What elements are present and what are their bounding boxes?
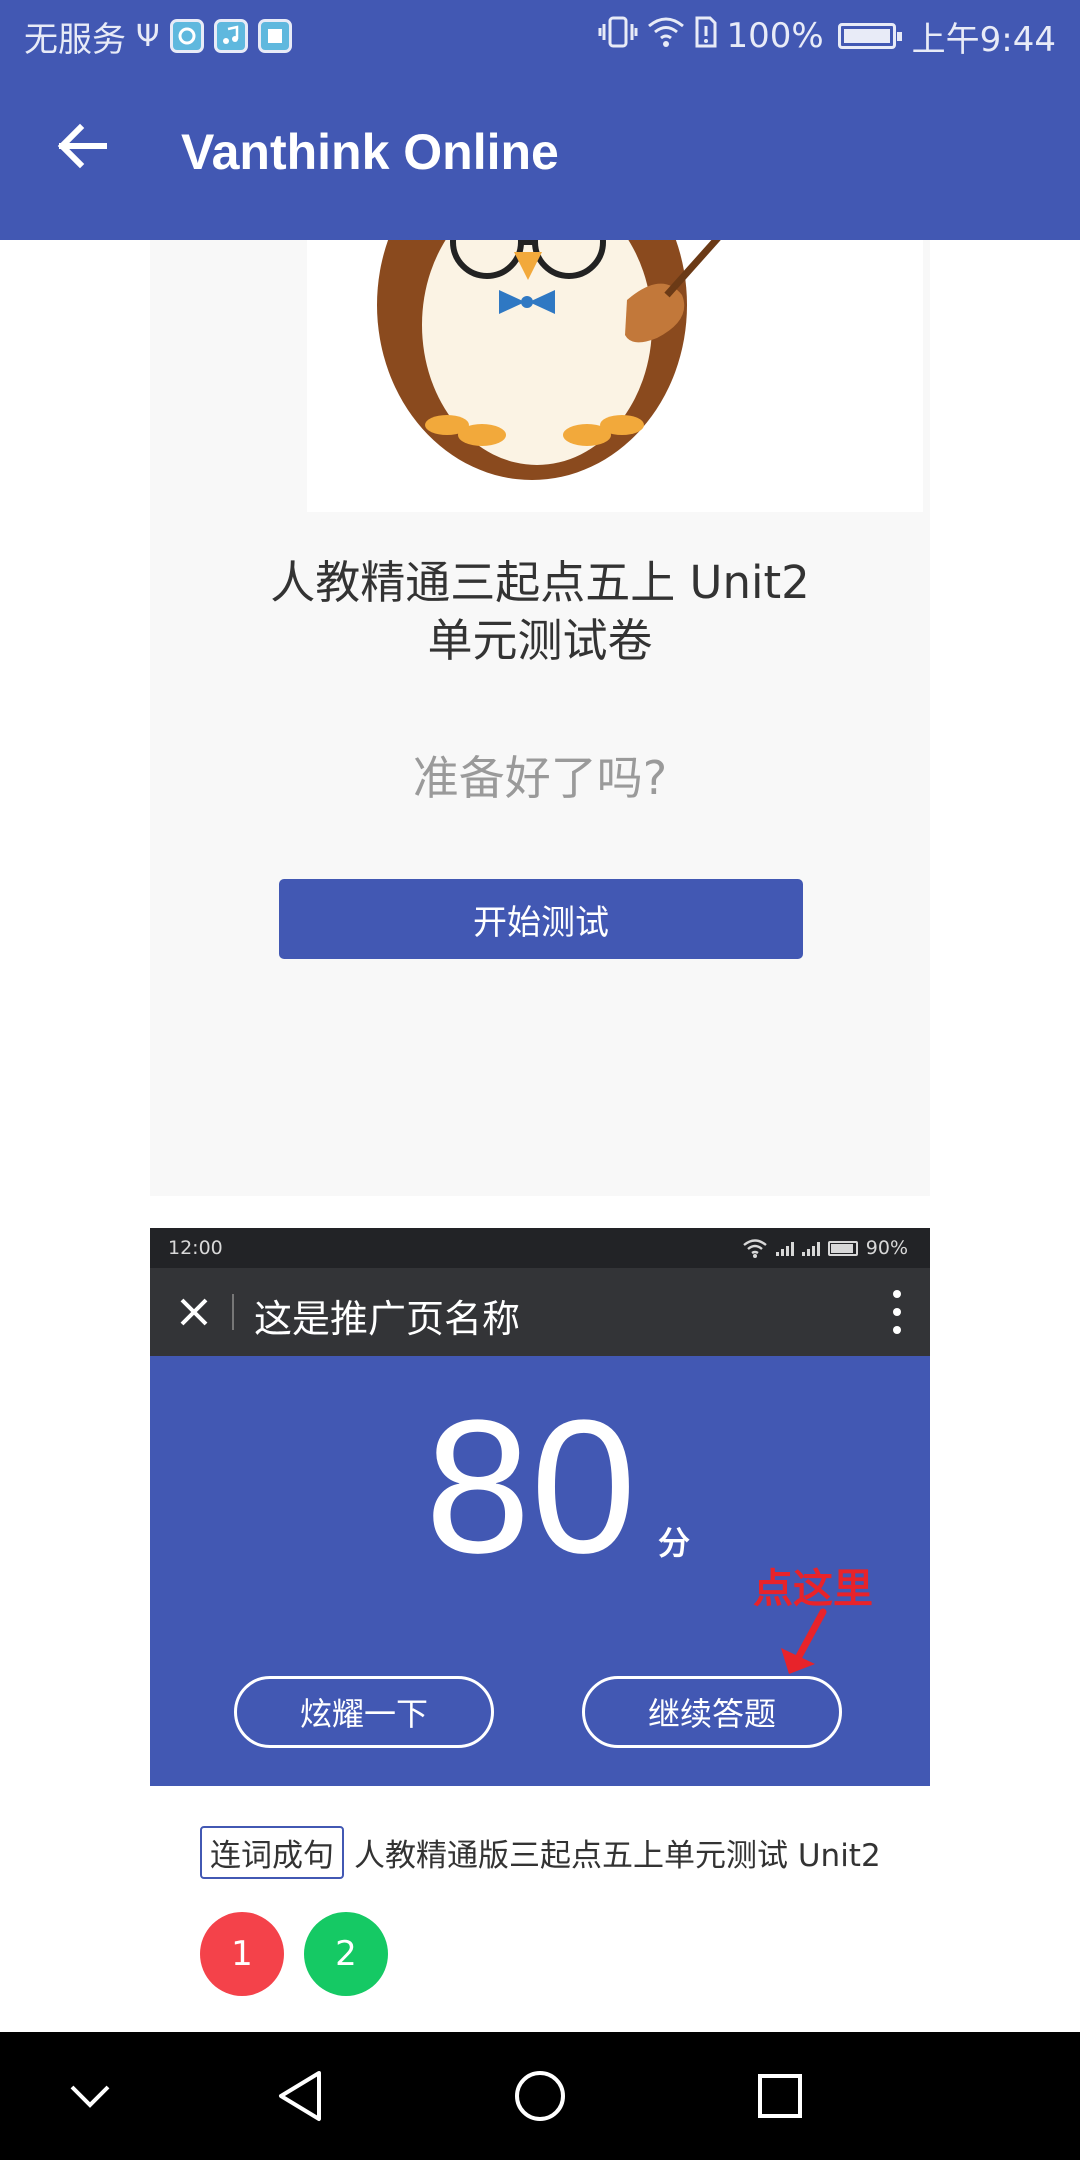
navigation-bar: [0, 2032, 1080, 2160]
test-intro-card: 人教精通三起点五上 Unit2 单元测试卷 准备好了吗? 开始测试: [150, 240, 930, 1196]
app-title: Vanthink Online: [181, 124, 559, 180]
nav-back-button[interactable]: [260, 2056, 340, 2136]
browser-app-icon: [169, 19, 204, 53]
score-panel: 80 分 点这里 炫耀一下 继续答题: [150, 1356, 930, 1786]
test-title-line2: 单元测试卷: [427, 614, 653, 667]
chevron-down-icon: [70, 2085, 110, 2108]
promo-wifi-icon: [743, 1239, 767, 1258]
promo-status-right: 90%: [742, 1234, 908, 1262]
promo-toolbar: 这是推广页名称: [150, 1268, 930, 1356]
back-button[interactable]: [46, 110, 118, 182]
start-test-button[interactable]: 开始测试: [279, 879, 803, 959]
web-content[interactable]: 人教精通三起点五上 Unit2 单元测试卷 准备好了吗? 开始测试 12:00 …: [0, 240, 1080, 2032]
square-recents-icon: [758, 2074, 802, 2118]
promo-battery-percent: 90%: [865, 1237, 908, 1259]
promo-signal2-icon: [801, 1240, 820, 1256]
arrow-left-icon: [57, 123, 107, 169]
toolbar-divider: [232, 1294, 234, 1330]
exercise-title: 人教精通版三起点五上单元测试 Unit2: [354, 1838, 881, 1874]
music-app-icon: [213, 19, 248, 53]
sim-alert-icon: [694, 15, 718, 58]
ready-prompt: 准备好了吗?: [412, 751, 668, 805]
exercise-type-tag: 连词成句: [200, 1826, 344, 1879]
carrier-text: 无服务: [24, 19, 126, 60]
hide-nav-button[interactable]: [50, 2056, 130, 2136]
usb-icon: Ψ: [136, 18, 160, 54]
wifi-icon: [646, 16, 686, 57]
promo-status-time: 12:00: [168, 1237, 223, 1259]
promo-status-bar: 12:00 90%: [150, 1228, 930, 1268]
test-title-line1: 人教精通三起点五上 Unit2: [270, 556, 810, 609]
red-arrow-icon: [781, 1608, 827, 1674]
share-button: 炫耀一下: [234, 1676, 494, 1748]
triangle-back-icon: [279, 2071, 321, 2121]
nav-home-button[interactable]: [500, 2056, 580, 2136]
battery-percent: 100%: [726, 16, 824, 56]
exercise-line: 连词成句 人教精通版三起点五上单元测试 Unit2: [200, 1826, 881, 1879]
app-bar: Vanthink Online: [0, 72, 1080, 240]
status-right: 100% 上午9:44: [598, 0, 1056, 72]
battery-fill: [843, 29, 890, 43]
promo-battery-icon: [827, 1240, 858, 1256]
promo-battery-fill: [830, 1243, 853, 1253]
owl-teacher-illustration: [307, 240, 923, 512]
book-app-icon: [257, 19, 292, 53]
score-unit: 分: [658, 1524, 691, 1562]
clock: 上午9:44: [911, 19, 1056, 60]
status-bar: 无服务 Ψ 100% 上午9:44: [0, 0, 1080, 72]
battery-icon: [837, 23, 902, 49]
promo-signal-icon: [775, 1240, 794, 1256]
continue-button: 继续答题: [582, 1676, 842, 1748]
more-vert-icon: [892, 1290, 902, 1334]
promo-screenshot: 12:00 90% 这是推广页名称 80 分 点这里 炫耀一下 继续答题 连词成…: [150, 1228, 930, 2028]
circle-home-icon: [515, 2071, 565, 2121]
click-here-annotation: 点这里: [753, 1566, 873, 1612]
score-value: 80: [425, 1381, 637, 1593]
question-number-1: 1: [200, 1912, 284, 1996]
status-left: 无服务 Ψ: [24, 0, 292, 72]
vibrate-icon: [598, 15, 638, 58]
promo-page-title: 这是推广页名称: [254, 1297, 521, 1341]
owl-mascot-icon: [377, 240, 721, 480]
test-title: 人教精通三起点五上 Unit2 单元测试卷: [150, 554, 930, 670]
question-number-2: 2: [304, 1912, 388, 1996]
nav-recents-button[interactable]: [740, 2056, 820, 2136]
close-icon: [180, 1298, 208, 1326]
